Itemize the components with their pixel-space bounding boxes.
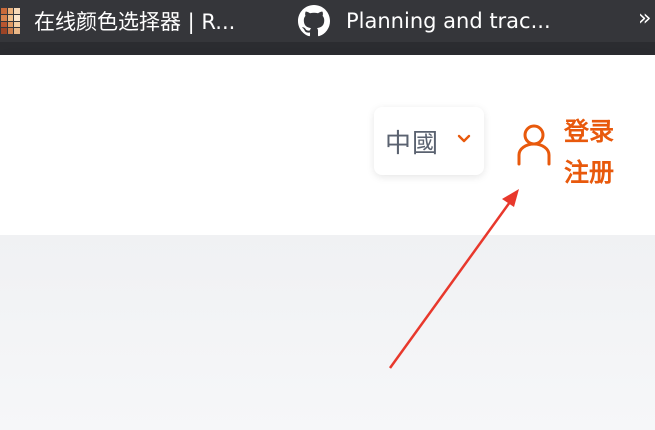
language-label: 中國 — [385, 128, 440, 159]
bookmark-color-picker[interactable]: 在线颜色选择器 | R... — [0, 0, 235, 42]
site-header: 中國 登录 注册 — [0, 55, 655, 235]
user-icon[interactable] — [515, 122, 553, 166]
account-area: 登录 注册 — [512, 110, 632, 190]
color-grid-icon — [0, 8, 20, 34]
bookmarks-bar: 在线颜色选择器 | R... Planning and trac... » — [0, 0, 655, 42]
github-icon — [298, 5, 330, 37]
bookmark-label: Planning and trac... — [346, 9, 551, 33]
page-body — [0, 235, 655, 430]
bookmarks-overflow-button[interactable]: » — [638, 6, 651, 31]
bookmark-label: 在线颜色选择器 | R... — [34, 10, 236, 34]
bookmark-github-planning[interactable]: Planning and trac... — [298, 0, 551, 42]
toolbar-divider — [0, 42, 655, 55]
login-link[interactable]: 登录 — [564, 112, 614, 148]
chevron-down-icon — [457, 134, 471, 143]
language-selector[interactable]: 中國 — [374, 107, 484, 175]
register-link[interactable]: 注册 — [564, 153, 614, 189]
